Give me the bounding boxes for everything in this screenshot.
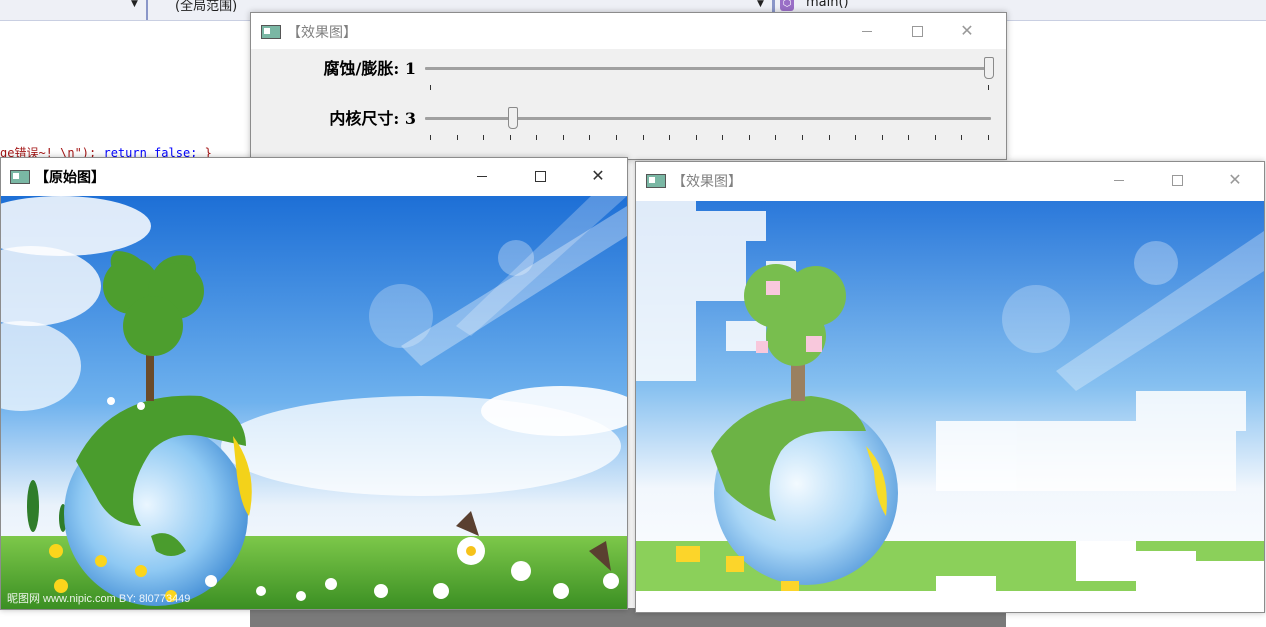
trackbar-thumb-kernel[interactable] — [508, 107, 518, 129]
trackbar-tick — [855, 135, 857, 140]
trackbar-tick — [642, 135, 644, 140]
trackbar-tick — [509, 135, 511, 140]
maximize-button[interactable] — [517, 158, 563, 194]
window-title: 【效果图】 — [287, 25, 357, 41]
effect-image[interactable] — [636, 201, 1264, 612]
trackbar-row-morph: 腐蚀/膨胀: 1 — [251, 50, 1006, 90]
function-icon: ⬡ — [780, 0, 794, 11]
scope-dropdown-arrow-icon[interactable]: ▼ — [131, 0, 138, 9]
trackbar-panel: 腐蚀/膨胀: 1 内核尺寸: 3 — [251, 50, 1006, 159]
minimize-button[interactable] — [844, 13, 890, 49]
trackbar-thumb-morph[interactable] — [984, 57, 994, 79]
watermark-text: 昵图网 www.nipic.com BY: 8l0773449 — [7, 592, 190, 605]
window-app-icon — [646, 174, 666, 188]
trackbar-tick — [589, 135, 591, 140]
trackbar-tick — [430, 135, 431, 140]
minimize-icon — [862, 31, 872, 32]
original-image[interactable]: 昵图网 www.nipic.com BY: 8l0773449 — [1, 196, 627, 609]
trackbar-tick — [961, 135, 963, 140]
close-button[interactable]: ✕ — [575, 158, 621, 194]
close-icon: ✕ — [1228, 170, 1242, 189]
trackbar-tick — [483, 135, 485, 140]
trackbar-row-kernel: 内核尺寸: 3 — [251, 100, 1006, 140]
ide-separator — [146, 0, 148, 20]
title-bar[interactable]: 【原始图】 ✕ — [1, 158, 627, 194]
minimize-icon — [1114, 180, 1124, 181]
trackbar-tick — [616, 135, 617, 140]
trackbar-window: 【效果图】 ✕ 腐蚀/膨胀: 1 内核尺寸: 3 — [250, 12, 1007, 160]
trackbar-track-morph[interactable] — [425, 67, 991, 70]
title-bar[interactable]: 【效果图】 ✕ — [251, 13, 1006, 49]
window-title: 【效果图】 — [672, 174, 742, 190]
trackbar-tick — [934, 135, 936, 140]
trackbar-tick — [908, 135, 910, 140]
window-title: 【原始图】 — [35, 170, 105, 186]
effect-image-window: 【效果图】 ✕ — [635, 161, 1265, 613]
maximize-icon — [1171, 175, 1183, 186]
trackbar-tick — [536, 135, 538, 140]
trackbar-tick — [988, 135, 989, 140]
trackbar-label-kernel: 内核尺寸: 3 — [329, 109, 416, 128]
trackbar-tick — [669, 135, 671, 140]
close-button[interactable]: ✕ — [944, 13, 990, 49]
trackbar-tick — [988, 85, 989, 90]
trackbar-tick — [881, 135, 883, 140]
close-icon: ✕ — [960, 21, 974, 40]
trackbar-tick — [456, 135, 458, 140]
maximize-icon — [911, 26, 923, 37]
close-button[interactable]: ✕ — [1212, 162, 1258, 198]
trackbar-label-morph: 腐蚀/膨胀: 1 — [323, 59, 416, 78]
trackbar-tick — [430, 85, 431, 90]
trackbar-tick — [748, 135, 750, 140]
minimize-button[interactable] — [1096, 162, 1142, 198]
minimize-button[interactable] — [459, 158, 505, 194]
window-app-icon — [261, 25, 281, 39]
trackbar-tick — [562, 135, 564, 140]
trackbar-tick — [775, 135, 777, 140]
title-bar[interactable]: 【效果图】 ✕ — [636, 162, 1264, 198]
minimize-icon — [477, 176, 487, 177]
maximize-icon — [534, 171, 546, 182]
trackbar-tick — [828, 135, 830, 140]
maximize-button[interactable] — [1154, 162, 1200, 198]
window-app-icon — [10, 170, 30, 184]
maximize-button[interactable] — [894, 13, 940, 49]
original-image-window: 【原始图】 ✕ 昵图网 www.nipic.com BY: 8l0773449 — [0, 157, 628, 610]
scope-combo[interactable]: (全局范围) — [175, 0, 237, 18]
close-icon: ✕ — [591, 166, 605, 185]
trackbar-tick — [802, 135, 803, 140]
function-dropdown-arrow-icon[interactable]: ▼ — [757, 0, 764, 9]
trackbar-tick — [722, 135, 724, 140]
trackbar-tick — [695, 135, 697, 140]
